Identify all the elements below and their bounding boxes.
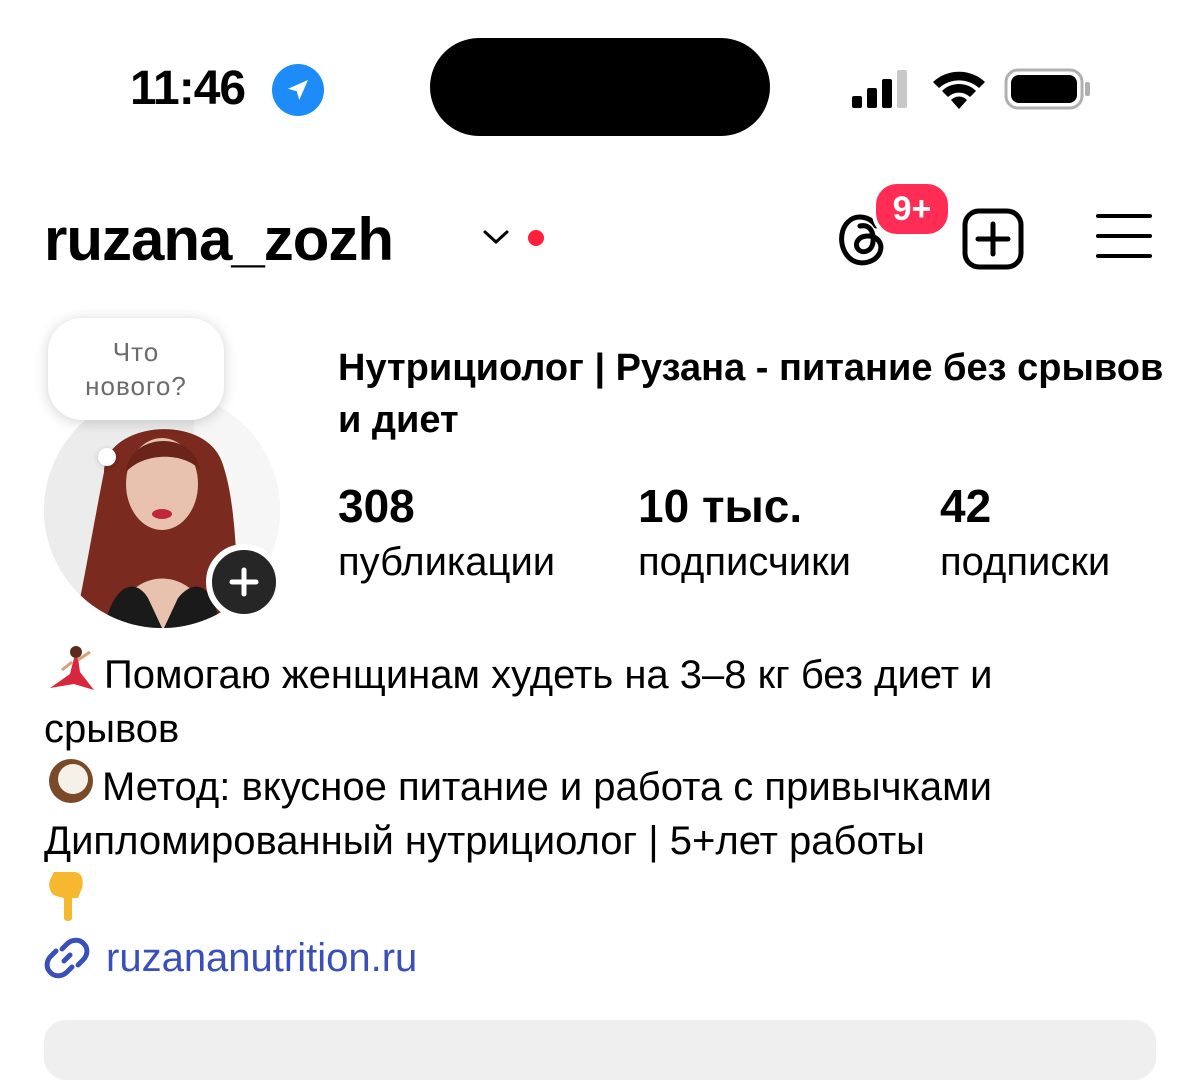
add-story-button[interactable] xyxy=(206,544,282,620)
location-arrow-icon xyxy=(272,64,324,116)
status-time: 11:46 xyxy=(130,62,246,115)
bio: Помогаю женщинам худеть на 3–8 кг без ди… xyxy=(44,644,1174,938)
professional-dashboard-card[interactable] xyxy=(44,1020,1156,1080)
wifi-icon xyxy=(933,71,985,109)
add-post-icon[interactable] xyxy=(962,208,1024,270)
followers-label[interactable]: подписчики xyxy=(638,538,851,586)
unread-dot xyxy=(528,230,544,246)
note-bubble-tail xyxy=(98,448,116,466)
bio-line-4: Дипломированный нутрициолог | 5+лет рабо… xyxy=(44,819,925,863)
cellular-signal-icon xyxy=(852,70,907,108)
pointing-down-emoji xyxy=(49,872,83,921)
note-text-line1: Что xyxy=(112,337,160,367)
plus-icon xyxy=(229,567,259,597)
bio-line-1: Помогаю женщинам худеть на 3–8 кг без ди… xyxy=(104,653,993,697)
bio-line-3: Метод: вкусное питание и работа с привыч… xyxy=(102,765,992,809)
display-name: Нутрициолог | Рузана - питание без срыво… xyxy=(338,347,1164,441)
posts-count[interactable]: 308 xyxy=(338,478,415,534)
following-count[interactable]: 42 xyxy=(940,478,991,534)
following-label[interactable]: подписки xyxy=(940,538,1110,586)
note-text-line2: нового? xyxy=(85,371,187,401)
dancer-emoji xyxy=(50,646,94,690)
coconut-emoji xyxy=(49,759,93,803)
bio-line-2: срывов xyxy=(44,707,180,751)
battery-icon xyxy=(1004,68,1090,110)
dynamic-island xyxy=(430,38,770,136)
profile-link[interactable]: ruzananutrition.ru xyxy=(44,930,417,986)
note-bubble[interactable]: Что нового? xyxy=(48,318,224,420)
menu-icon[interactable] xyxy=(1096,212,1152,260)
profile-link-text[interactable]: ruzananutrition.ru xyxy=(106,936,417,981)
profile-username[interactable]: ruzana_zozh xyxy=(44,206,394,274)
followers-count[interactable]: 10 тыс. xyxy=(638,478,802,534)
link-icon xyxy=(44,937,90,979)
notification-badge[interactable]: 9+ xyxy=(872,180,952,238)
posts-label[interactable]: публикации xyxy=(338,538,555,586)
chevron-down-icon[interactable] xyxy=(482,226,510,248)
